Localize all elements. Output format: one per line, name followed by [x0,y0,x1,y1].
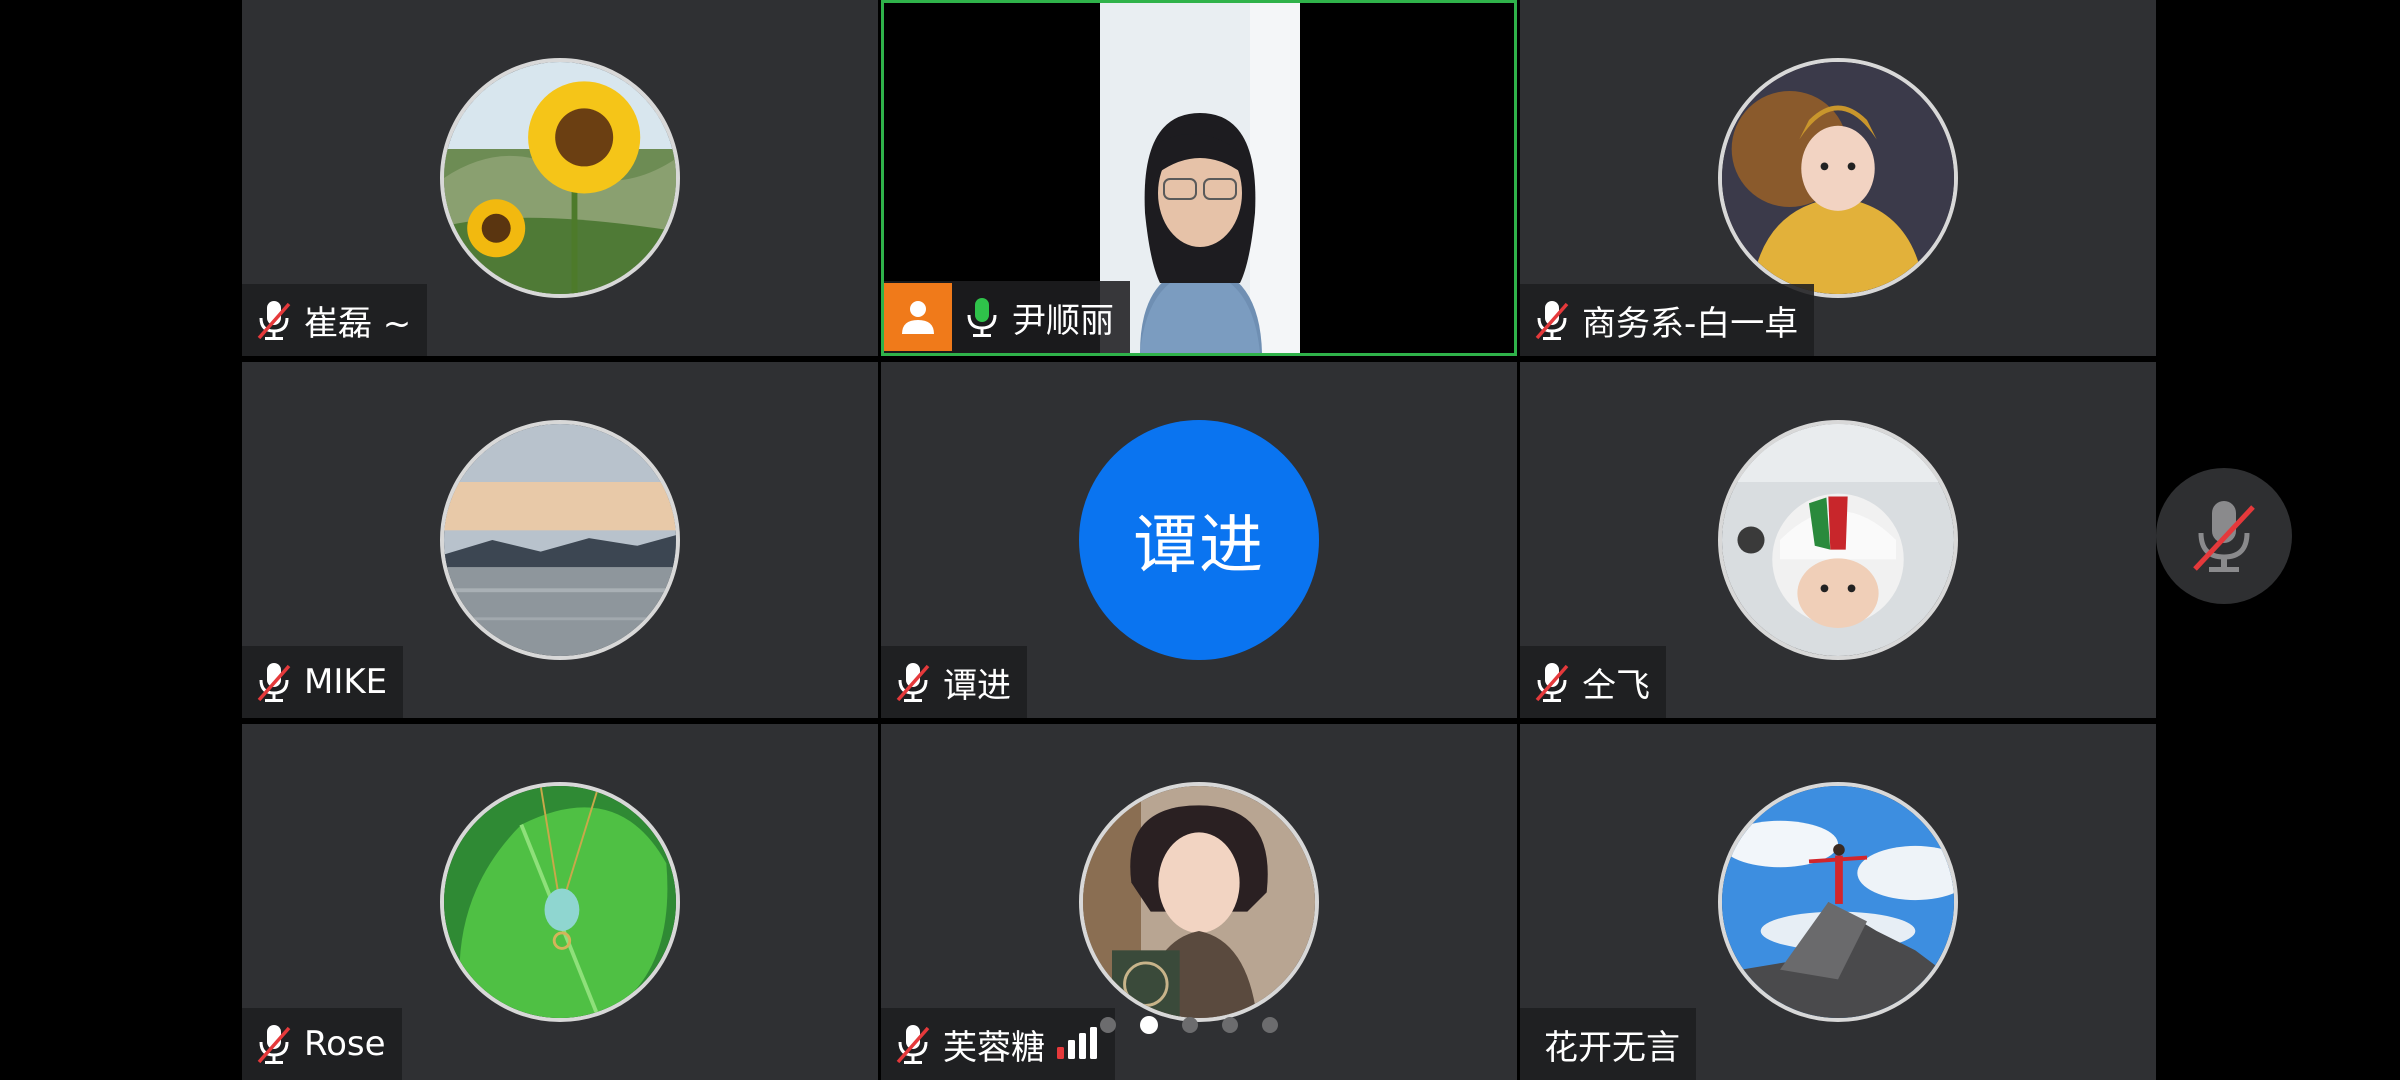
participant-video-feed [1100,3,1300,353]
host-badge [884,283,952,351]
participant-name-tag: 仝飞 [1520,646,1666,718]
signal-bars-icon [1057,1027,1097,1059]
participant-name: 谭进 [943,665,1011,706]
participant-name-tag: 芙蓉糖 [881,1008,1115,1080]
participant-name-tag: 商务系-白一卓 [1520,284,1815,356]
mic-muted-icon [257,1025,291,1064]
page-dot-1[interactable] [1100,1017,1116,1033]
toggle-mute-button[interactable] [2156,468,2292,604]
participant-tile-4[interactable]: MIKE [242,362,878,718]
participant-name-tag: 谭进 [881,646,1027,718]
participant-name: 仝飞 [1582,665,1650,706]
participant-name: 芙蓉糖 [943,1027,1045,1068]
participant-name: 商务系-白一卓 [1582,303,1799,344]
participant-name: 花开无言 [1544,1027,1680,1068]
meeting-gallery-view: 崔磊 ~ 尹顺丽 商务系-白一卓 MIKE 谭进 谭进 仝飞 Rose 芙蓉糖 … [0,0,2400,1080]
person-icon [902,301,934,334]
participant-name-tag: MIKE [242,646,404,718]
participant-tile-6[interactable]: 仝飞 [1520,362,2156,718]
mic-muted-icon [1535,663,1569,702]
participant-avatar [440,420,680,660]
page-dot-4[interactable] [1222,1017,1238,1033]
mic-muted-icon [896,663,930,702]
mic-muted-icon [257,663,291,702]
participant-name-tag: 花开无言 [1520,1008,1696,1080]
page-indicator[interactable] [1100,1016,1278,1034]
participant-avatar [1718,58,1958,298]
page-dot-5[interactable] [1262,1017,1278,1033]
avatar-initials: 谭进 [1133,509,1265,583]
participant-tile-7[interactable]: Rose [242,724,878,1080]
mic-muted-icon [896,1025,930,1064]
participant-name: MIKE [304,662,388,702]
mic-muted-icon [257,301,291,340]
participant-tile-5[interactable]: 谭进 谭进 [881,362,1517,718]
participant-name-tag: 崔磊 ~ [242,284,428,356]
participant-avatar [1718,782,1958,1022]
participant-name-tag: Rose [242,1008,402,1080]
participant-name: 尹顺丽 [1012,300,1114,341]
participant-avatar [1718,420,1958,660]
participant-tile-9[interactable]: 花开无言 [1520,724,2156,1080]
page-dot-2-current[interactable] [1140,1016,1158,1034]
participant-name-tag: 尹顺丽 [884,281,1130,353]
participant-tile-2[interactable]: 尹顺丽 [881,0,1517,356]
page-dot-3[interactable] [1182,1017,1198,1033]
mic-muted-icon [1535,301,1569,340]
participant-avatar [440,58,680,298]
participant-tile-1[interactable]: 崔磊 ~ [242,0,878,356]
participant-name: Rose [304,1024,386,1064]
participant-name: 崔磊 ~ [304,303,412,344]
participant-text-avatar: 谭进 [1079,420,1319,660]
participant-avatar [440,782,680,1022]
mic-icon [967,298,997,337]
mic-muted-icon [2193,501,2255,572]
participant-avatar [1079,782,1319,1022]
participant-tile-3[interactable]: 商务系-白一卓 [1520,0,2156,356]
